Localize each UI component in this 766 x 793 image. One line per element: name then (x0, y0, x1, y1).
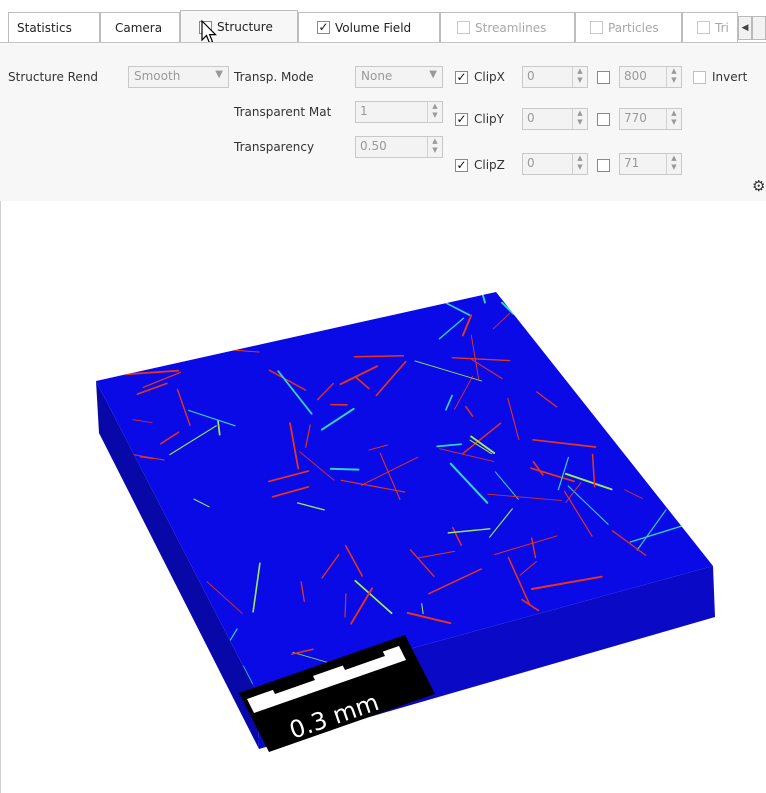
clipx-max-checkbox[interactable] (597, 71, 610, 84)
tab-label: Tri (715, 20, 729, 35)
clipy-label: ClipY (474, 112, 504, 126)
tab-camera[interactable]: Camera (100, 12, 180, 42)
volume-render: 0.3 mm (96, 292, 715, 752)
spin-arrows-icon[interactable]: ▲ ▼ (572, 154, 587, 174)
transparency-spinbox[interactable]: 0.50 ▲ ▼ (355, 136, 443, 158)
clipx-max-value: 800 (624, 69, 647, 83)
spin-arrows-icon[interactable]: ▲ ▼ (666, 67, 681, 87)
tab-tri[interactable]: Tri (682, 12, 738, 42)
structure-options-panel: Structure Rend Smooth ▼ Transp. Mode Non… (0, 42, 766, 202)
tab-label: Particles (608, 20, 659, 35)
clipy-min-spinbox[interactable]: 0 ▲ ▼ (522, 108, 588, 130)
clipy-min-value: 0 (527, 111, 535, 125)
clipx-checkbox[interactable]: ✓ (455, 71, 468, 84)
spin-arrows-icon[interactable]: ▲ ▼ (427, 102, 442, 122)
clipy-checkbox[interactable]: ✓ (455, 113, 468, 126)
clipz-min-value: 0 (527, 156, 535, 170)
transp-mode-value: None (361, 69, 393, 83)
gear-icon[interactable]: ⚙ (752, 177, 765, 195)
fiber-stroke (353, 355, 405, 358)
spin-arrows-icon[interactable]: ▲ ▼ (572, 109, 587, 129)
clipy-max-spinbox[interactable]: 770 ▲ ▼ (619, 108, 682, 130)
transp-mode-label: Transp. Mode (234, 70, 314, 84)
clipz-max-value: 71 (624, 156, 640, 170)
tab-label: Statistics (17, 20, 72, 35)
clipz-label: ClipZ (474, 158, 505, 172)
tab-scroll-right[interactable] (752, 16, 766, 40)
transparency-value: 0.50 (360, 139, 387, 153)
tab-label: Camera (115, 20, 163, 35)
render-viewport[interactable]: 0.3 mm (0, 201, 766, 793)
clipx-max-spinbox[interactable]: 800 ▲ ▼ (619, 66, 682, 88)
clipx-min-value: 0 (527, 69, 535, 83)
dropdown-arrow-icon: ▼ (215, 69, 223, 80)
tab-statistics[interactable]: Statistics (8, 12, 100, 42)
tab-structure[interactable]: Structure (180, 10, 298, 43)
structure-rend-label: Structure Rend (8, 70, 99, 84)
particles-tab-checkbox[interactable] (590, 21, 603, 34)
clipz-max-spinbox[interactable]: 71 ▲ ▼ (619, 153, 682, 175)
spin-arrows-icon[interactable]: ▲ ▼ (427, 137, 442, 157)
tab-label: Structure (217, 20, 273, 34)
tab-bar: Statistics Camera Structure ✓ Volume Fie… (0, 0, 766, 44)
streamlines-tab-checkbox[interactable] (457, 21, 470, 34)
invert-checkbox[interactable] (693, 71, 706, 84)
fiber-stroke (329, 467, 360, 471)
spin-arrows-icon[interactable]: ▲ ▼ (572, 67, 587, 87)
spin-arrows-icon[interactable]: ▲ ▼ (666, 109, 681, 129)
clipx-min-spinbox[interactable]: 0 ▲ ▼ (522, 66, 588, 88)
transp-mode-select[interactable]: None ▼ (355, 66, 443, 88)
volume-field-tab-checkbox[interactable]: ✓ (317, 21, 330, 34)
clipy-max-value: 770 (624, 111, 647, 125)
tab-volume-field[interactable]: ✓ Volume Field (298, 12, 440, 42)
structure-rend-value: Smooth (134, 69, 181, 83)
transparency-label: Transparency (234, 140, 315, 154)
clipy-max-checkbox[interactable] (597, 113, 610, 126)
clipx-label: ClipX (474, 70, 505, 84)
transparent-mat-value: 1 (360, 104, 368, 118)
clipz-max-checkbox[interactable] (597, 159, 610, 172)
structure-rend-select[interactable]: Smooth ▼ (128, 66, 229, 88)
dropdown-arrow-icon: ▼ (429, 69, 437, 80)
invert-label: Invert (712, 70, 748, 84)
clipz-checkbox[interactable]: ✓ (455, 159, 468, 172)
tab-streamlines[interactable]: Streamlines (440, 12, 575, 42)
transparent-mat-spinbox[interactable]: 1 ▲ ▼ (355, 101, 443, 123)
tab-label: Streamlines (475, 20, 547, 35)
chevron-left-icon[interactable]: ◀ (738, 16, 752, 40)
tab-particles[interactable]: Particles (575, 12, 682, 42)
tri-tab-checkbox[interactable] (697, 21, 710, 34)
clipz-min-spinbox[interactable]: 0 ▲ ▼ (522, 153, 588, 175)
tab-label: Volume Field (335, 20, 412, 35)
transparent-mat-label: Transparent Mat (234, 105, 332, 119)
spin-arrows-icon[interactable]: ▲ ▼ (666, 154, 681, 174)
